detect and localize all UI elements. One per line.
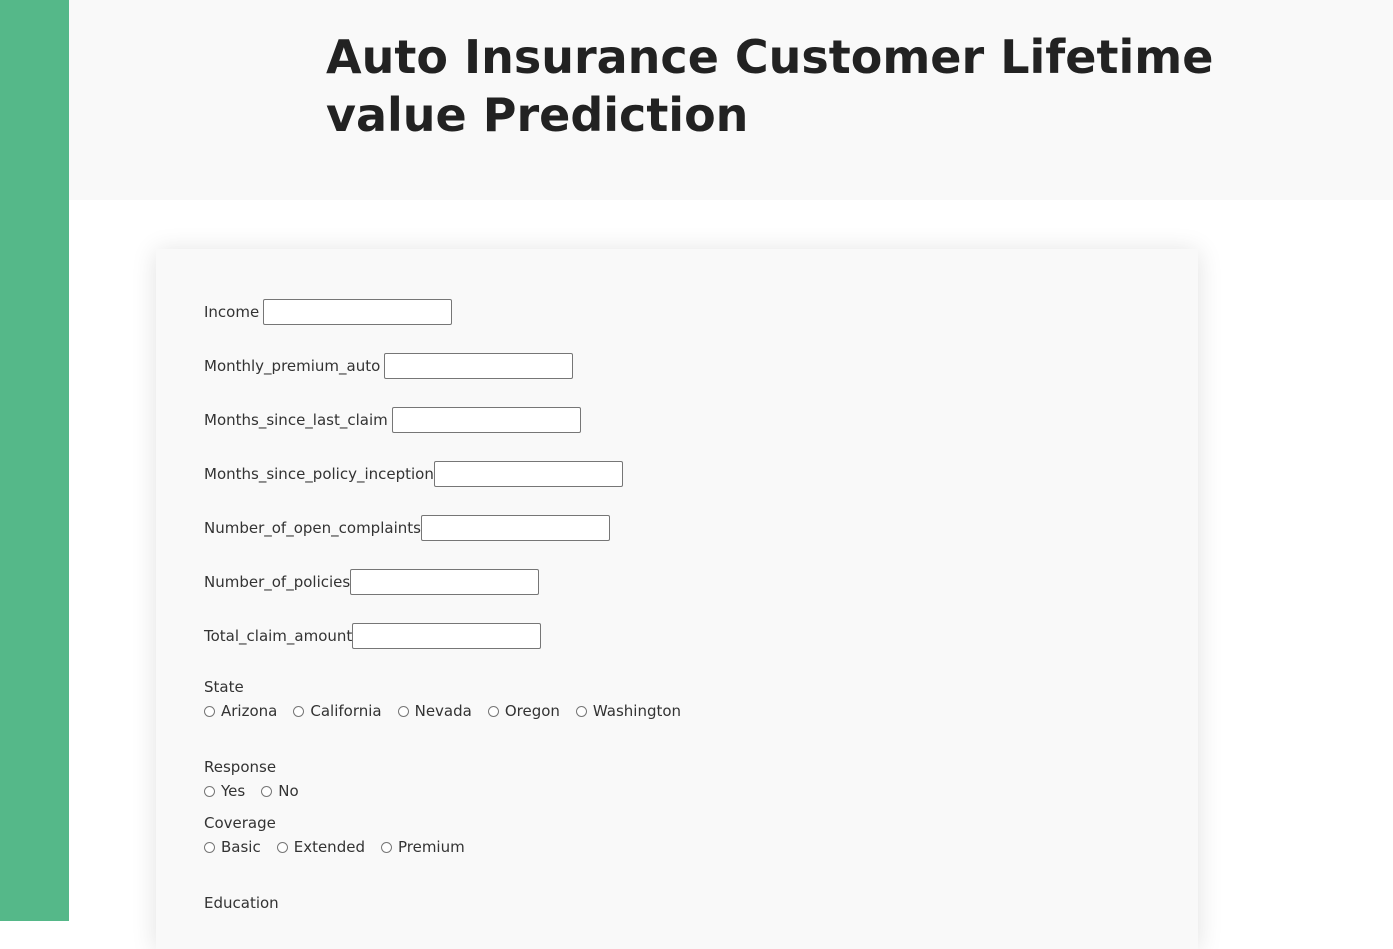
response-option-label: Yes — [221, 782, 246, 800]
state-option-california[interactable]: California — [291, 702, 382, 720]
months-since-policy-inception-input[interactable] — [433, 461, 623, 487]
state-label: State — [204, 678, 244, 696]
response-option-no[interactable]: No — [259, 782, 299, 800]
coverage-option-label: Extended — [293, 838, 365, 856]
total-claim-amount-field-row: Total_claim_amount — [204, 621, 542, 651]
state-radio-group: Arizona California Nevada Oregon Washing… — [202, 702, 695, 720]
number-of-policies-label: Number_of_policies — [204, 573, 351, 591]
coverage-radio-basic[interactable] — [204, 841, 215, 853]
coverage-radio-extended[interactable] — [276, 841, 288, 853]
state-option-label: California — [310, 702, 382, 720]
state-option-label: Arizona — [221, 702, 278, 720]
coverage-radio-group: Basic Extended Premium — [202, 838, 479, 856]
state-option-washington[interactable]: Washington — [574, 702, 681, 720]
income-label: Income — [204, 303, 260, 321]
number-of-open-complaints-input[interactable] — [420, 515, 610, 541]
coverage-option-label: Premium — [397, 838, 465, 856]
total-claim-amount-input[interactable] — [352, 623, 542, 649]
number-of-open-complaints-label: Number_of_open_complaints — [204, 519, 421, 537]
state-option-nevada[interactable]: Nevada — [396, 702, 472, 720]
coverage-radio-premium[interactable] — [380, 841, 392, 853]
total-claim-amount-label: Total_claim_amount — [204, 627, 353, 645]
state-option-label: Washington — [592, 702, 682, 720]
months-since-policy-inception-field-row: Months_since_policy_inception — [204, 459, 623, 489]
state-option-oregon[interactable]: Oregon — [486, 702, 560, 720]
monthly-premium-auto-label: Monthly_premium_auto — [204, 357, 381, 375]
sidebar — [0, 0, 69, 921]
coverage-option-basic[interactable]: Basic — [202, 838, 261, 856]
coverage-option-label: Basic — [221, 838, 261, 856]
response-radio-group: Yes No — [202, 782, 313, 800]
number-of-policies-input[interactable] — [350, 569, 540, 595]
monthly-premium-auto-field-row: Monthly_premium_auto — [204, 351, 574, 381]
number-of-policies-field-row: Number_of_policies — [204, 567, 540, 597]
monthly-premium-auto-input[interactable] — [384, 353, 574, 379]
response-option-label: No — [278, 782, 299, 800]
prediction-form: Income Monthly_premium_auto Months_since… — [156, 249, 1198, 949]
state-radio-arizona[interactable] — [204, 705, 215, 717]
state-option-label: Oregon — [504, 702, 560, 720]
state-option-label: Nevada — [414, 702, 472, 720]
coverage-label: Coverage — [204, 814, 276, 832]
page-title: Auto Insurance Customer Lifetime value P… — [326, 30, 1214, 142]
coverage-option-premium[interactable]: Premium — [379, 838, 465, 856]
months-since-last-claim-label: Months_since_last_claim — [204, 411, 388, 429]
response-option-yes[interactable]: Yes — [202, 782, 245, 800]
coverage-option-extended[interactable]: Extended — [275, 838, 365, 856]
state-option-arizona[interactable]: Arizona — [202, 702, 277, 720]
page-header: Auto Insurance Customer Lifetime value P… — [69, 0, 1393, 200]
response-radio-no[interactable] — [261, 785, 273, 797]
income-field-row: Income — [204, 297, 453, 327]
state-radio-washington[interactable] — [575, 705, 587, 717]
state-radio-california[interactable] — [293, 705, 305, 717]
education-label: Education — [204, 894, 279, 912]
months-since-policy-inception-label: Months_since_policy_inception — [204, 465, 434, 483]
income-input[interactable] — [263, 299, 453, 325]
response-label: Response — [204, 758, 277, 776]
number-of-open-complaints-field-row: Number_of_open_complaints — [204, 513, 610, 543]
state-radio-nevada[interactable] — [397, 705, 409, 717]
state-radio-oregon[interactable] — [487, 705, 499, 717]
response-radio-yes[interactable] — [204, 785, 215, 797]
months-since-last-claim-field-row: Months_since_last_claim — [204, 405, 581, 435]
months-since-last-claim-input[interactable] — [391, 407, 581, 433]
